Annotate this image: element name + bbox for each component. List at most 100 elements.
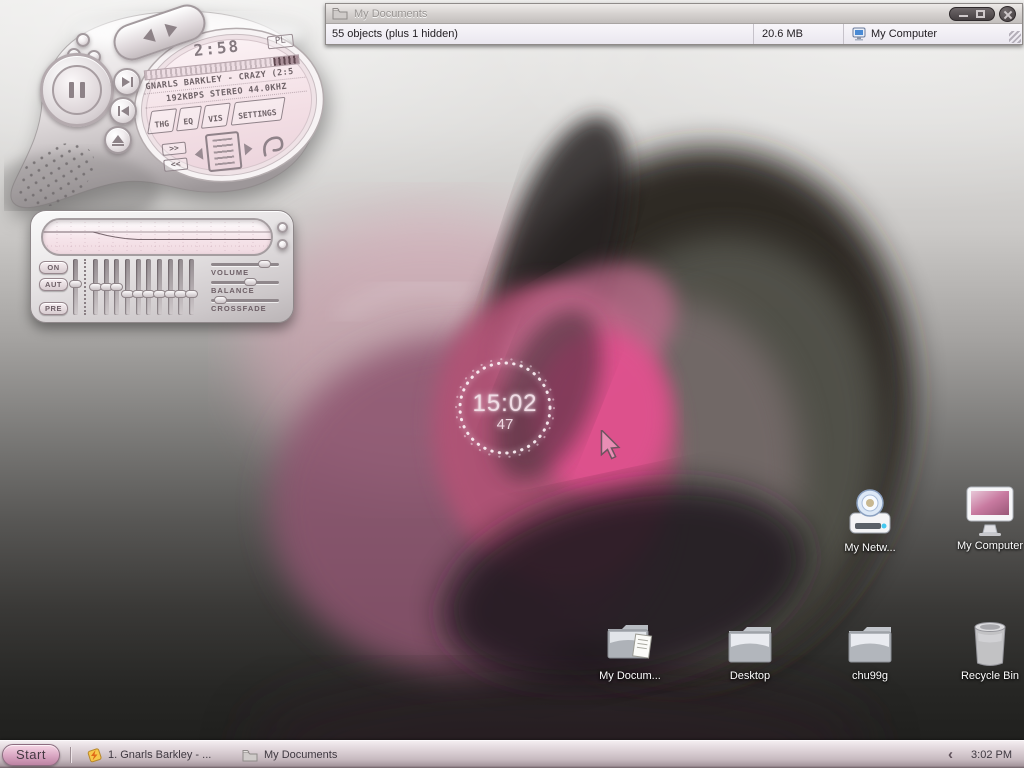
winamp-icon — [86, 747, 102, 763]
volume-slider[interactable] — [211, 263, 279, 266]
network-drive-icon — [846, 487, 894, 539]
playlist-button[interactable]: PL — [267, 34, 294, 50]
taskbar-task-winamp[interactable]: 1. Gnarls Barkley - ... — [82, 745, 215, 765]
balance-knob[interactable] — [244, 278, 257, 286]
resize-grip[interactable] — [1009, 31, 1021, 43]
next-icon — [122, 77, 130, 87]
crossfade-slider[interactable] — [211, 299, 279, 302]
task-label: My Documents — [264, 749, 337, 761]
desktop-icon-desktop-folder[interactable]: Desktop — [698, 615, 802, 683]
desktop-icon-my-network[interactable]: My Netw... — [818, 487, 922, 555]
balance-label: BALANCE — [211, 286, 255, 295]
previous-icon — [121, 106, 129, 116]
folder-icon — [845, 623, 895, 667]
clock-dotted-ring-icon — [443, 346, 567, 470]
folder-icon — [242, 749, 258, 762]
fast-forward-button[interactable]: >> — [162, 142, 187, 156]
seek-bar-remaining — [273, 55, 298, 66]
window-titlebar[interactable]: My Documents — [326, 4, 1022, 24]
icon-label: My Netw... — [844, 543, 895, 555]
task-label: 1. Gnarls Barkley - ... — [108, 749, 211, 761]
desktop: 2:58 PL GNARLS BARKLEY - CRAZY (2:5 192K… — [0, 0, 1024, 768]
volume-knob[interactable] — [258, 260, 271, 268]
eq-band-slider[interactable] — [93, 259, 98, 315]
minimize-button[interactable] — [959, 15, 968, 17]
playlist-prev-icon — [194, 148, 203, 161]
tab-eq[interactable]: EQ — [176, 106, 202, 132]
tab-vis[interactable]: VIS — [201, 103, 231, 129]
taskbar-separator — [70, 747, 71, 763]
desktop-icon-recycle-bin[interactable]: Recycle Bin — [938, 615, 1024, 683]
status-zone: My Computer — [844, 24, 1022, 44]
eq-close-button[interactable] — [277, 222, 288, 233]
forward-icon — [164, 20, 179, 37]
system-tray: ‹ 3:02 PM — [948, 745, 1012, 765]
desktop-clock-widget: 15:02 47 — [443, 346, 567, 470]
desktop-icon-chu99g-folder[interactable]: chu99g — [818, 615, 922, 683]
playlist-next-icon — [244, 143, 253, 156]
eq-auto-button[interactable]: AUT — [39, 278, 68, 291]
eq-band-slider[interactable] — [146, 259, 151, 315]
volume-label: VOLUME — [211, 268, 249, 277]
eq-band-slider[interactable] — [125, 259, 130, 315]
eq-band-slider[interactable] — [189, 259, 194, 315]
start-button[interactable]: Start — [2, 744, 60, 766]
media-player: 2:58 PL GNARLS BARKLEY - CRAZY (2:5 192K… — [4, 5, 330, 211]
desktop-icon-my-computer[interactable]: My Computer — [938, 485, 1024, 553]
tab-thg[interactable]: THG — [147, 108, 177, 134]
eq-shade-button[interactable] — [277, 239, 288, 250]
eq-band-slider[interactable] — [136, 259, 141, 315]
close-button[interactable] — [999, 6, 1016, 22]
my-computer-icon — [852, 27, 866, 41]
window-statusbar: 55 objects (plus 1 hidden) 20.6 MB My Co… — [326, 24, 1022, 44]
crossfade-label: CROSSFADE — [211, 304, 267, 313]
icon-label: My Docum... — [599, 671, 661, 683]
preamp-scale — [84, 259, 86, 315]
desktop-icon-my-documents[interactable]: My Docum... — [578, 615, 682, 683]
status-size: 20.6 MB — [754, 24, 844, 44]
recycle-bin-icon — [972, 621, 1008, 667]
player-lcd-display: 2:58 PL GNARLS BARKLEY - CRAZY (2:5 192K… — [139, 24, 316, 190]
rewind-button[interactable]: << — [163, 157, 188, 171]
crossfade-knob[interactable] — [214, 296, 227, 304]
eq-band-slider[interactable] — [178, 259, 183, 315]
folder-icon — [332, 7, 348, 20]
preamp-slider[interactable] — [73, 259, 78, 315]
eq-curve-display — [41, 218, 273, 256]
next-track-button[interactable] — [113, 68, 141, 96]
eq-on-button[interactable]: ON — [39, 261, 68, 274]
eq-band-slider[interactable] — [168, 259, 173, 315]
playlist-icon[interactable] — [205, 131, 243, 172]
taskbar-task-my-documents[interactable]: My Documents — [238, 745, 341, 765]
pause-icon — [69, 82, 74, 98]
tab-settings[interactable]: SETTINGS — [230, 97, 284, 126]
eq-preset-button[interactable]: PRE — [39, 302, 68, 315]
folder-icon — [725, 623, 775, 667]
balance-slider[interactable] — [211, 281, 279, 284]
eject-button[interactable] — [104, 126, 132, 154]
player-close-button[interactable] — [76, 33, 90, 47]
clock-seconds: 47 — [443, 416, 567, 433]
previous-track-button[interactable] — [109, 97, 137, 125]
icon-label: Desktop — [730, 671, 770, 683]
clock-time: 15:02 — [443, 390, 567, 418]
tray-expand-chevron-icon[interactable]: ‹ — [948, 746, 953, 764]
icon-label: chu99g — [852, 671, 888, 683]
pause-button[interactable] — [40, 53, 114, 127]
tray-clock: 3:02 PM — [971, 749, 1012, 761]
computer-monitor-icon — [965, 485, 1015, 537]
eq-band-slider[interactable] — [104, 259, 109, 315]
eq-band-slider[interactable] — [157, 259, 162, 315]
eject-icon — [112, 135, 124, 146]
taskbar: Start 1. Gnarls Barkley - ... My Documen… — [0, 740, 1024, 768]
preamp-knob[interactable] — [69, 280, 82, 288]
mouse-cursor-icon — [600, 430, 624, 460]
window-title: My Documents — [354, 8, 427, 20]
equalizer-window: ON AUT PRE VOLUME BALANCE CROSSFADE — [30, 210, 294, 323]
eq-band-slider[interactable] — [114, 259, 119, 315]
maximize-button[interactable] — [976, 10, 985, 18]
icon-label: My Computer — [957, 541, 1023, 553]
documents-folder-icon — [604, 617, 656, 667]
icon-label: Recycle Bin — [961, 671, 1019, 683]
my-documents-window: My Documents 55 objects (plus 1 hidden) … — [325, 3, 1023, 45]
